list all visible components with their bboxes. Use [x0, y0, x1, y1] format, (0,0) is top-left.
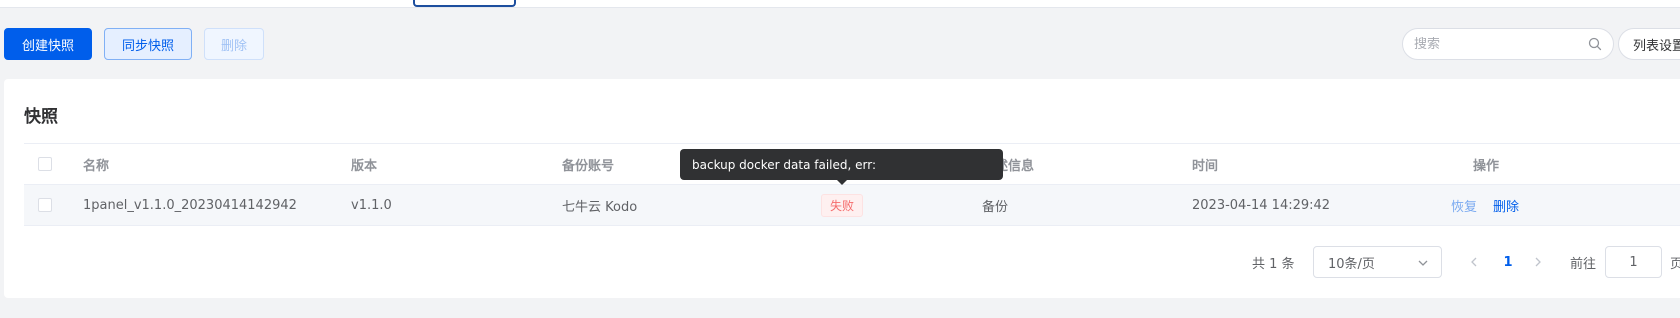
card-title: 快照 — [24, 107, 58, 127]
page-size-value: 10条/页 — [1328, 256, 1375, 272]
column-header-account: 备份账号 — [562, 158, 615, 174]
column-header-actions: 操作 — [1473, 158, 1500, 174]
search-input[interactable] — [1414, 36, 1584, 52]
column-header-name: 名称 — [83, 158, 110, 174]
column-header-time: 时间 — [1192, 158, 1219, 174]
active-tab-indicator[interactable] — [413, 0, 516, 7]
status-tooltip: backup docker data failed, err: — [680, 149, 1003, 180]
current-page-number[interactable]: 1 — [1500, 246, 1516, 278]
row-checkbox[interactable] — [38, 198, 52, 212]
snapshot-name: 1panel_v1.1.0_20230414142942 — [83, 197, 297, 213]
column-header-version: 版本 — [351, 158, 378, 174]
chevron-right-icon — [1535, 257, 1541, 267]
search-icon[interactable] — [1588, 37, 1602, 51]
prev-page-button[interactable] — [1466, 246, 1482, 278]
status-badge[interactable]: 失败 — [821, 193, 864, 217]
page-unit-label: 页 — [1670, 256, 1680, 272]
header-checkbox-cell — [38, 144, 52, 184]
delete-button[interactable]: 删除 — [204, 28, 264, 60]
search-box[interactable] — [1402, 28, 1614, 60]
snapshot-version: v1.1.0 — [351, 197, 392, 213]
actions-cell: 恢复 删除 — [1451, 185, 1535, 225]
status-cell: 失败 — [821, 185, 864, 225]
goto-page-input[interactable]: 1 — [1605, 246, 1662, 278]
table-row: 1panel_v1.1.0_20230414142942 v1.1.0 七牛云 … — [24, 185, 1680, 226]
goto-label: 前往 — [1570, 256, 1597, 272]
next-page-button[interactable] — [1530, 246, 1546, 278]
list-settings-button[interactable]: 列表设置 — [1618, 28, 1680, 60]
pagination-total: 共 1 条 — [1252, 256, 1295, 272]
page-size-select[interactable]: 10条/页 — [1313, 246, 1442, 278]
select-all-checkbox[interactable] — [38, 157, 52, 171]
sync-snapshot-button[interactable]: 同步快照 — [104, 28, 192, 60]
backup-account: 七牛云 Kodo — [562, 199, 638, 215]
restore-link[interactable]: 恢复 — [1451, 196, 1477, 215]
create-snapshot-button[interactable]: 创建快照 — [4, 28, 92, 60]
snapshot-description: 备份 — [982, 199, 1009, 215]
delete-link[interactable]: 删除 — [1493, 196, 1519, 215]
row-checkbox-cell — [38, 185, 52, 225]
snapshot-time: 2023-04-14 14:29:42 — [1192, 197, 1331, 213]
tooltip-arrow — [836, 179, 848, 185]
chevron-down-icon — [1418, 260, 1428, 266]
top-tab-strip — [0, 0, 1680, 8]
chevron-left-icon — [1471, 257, 1477, 267]
